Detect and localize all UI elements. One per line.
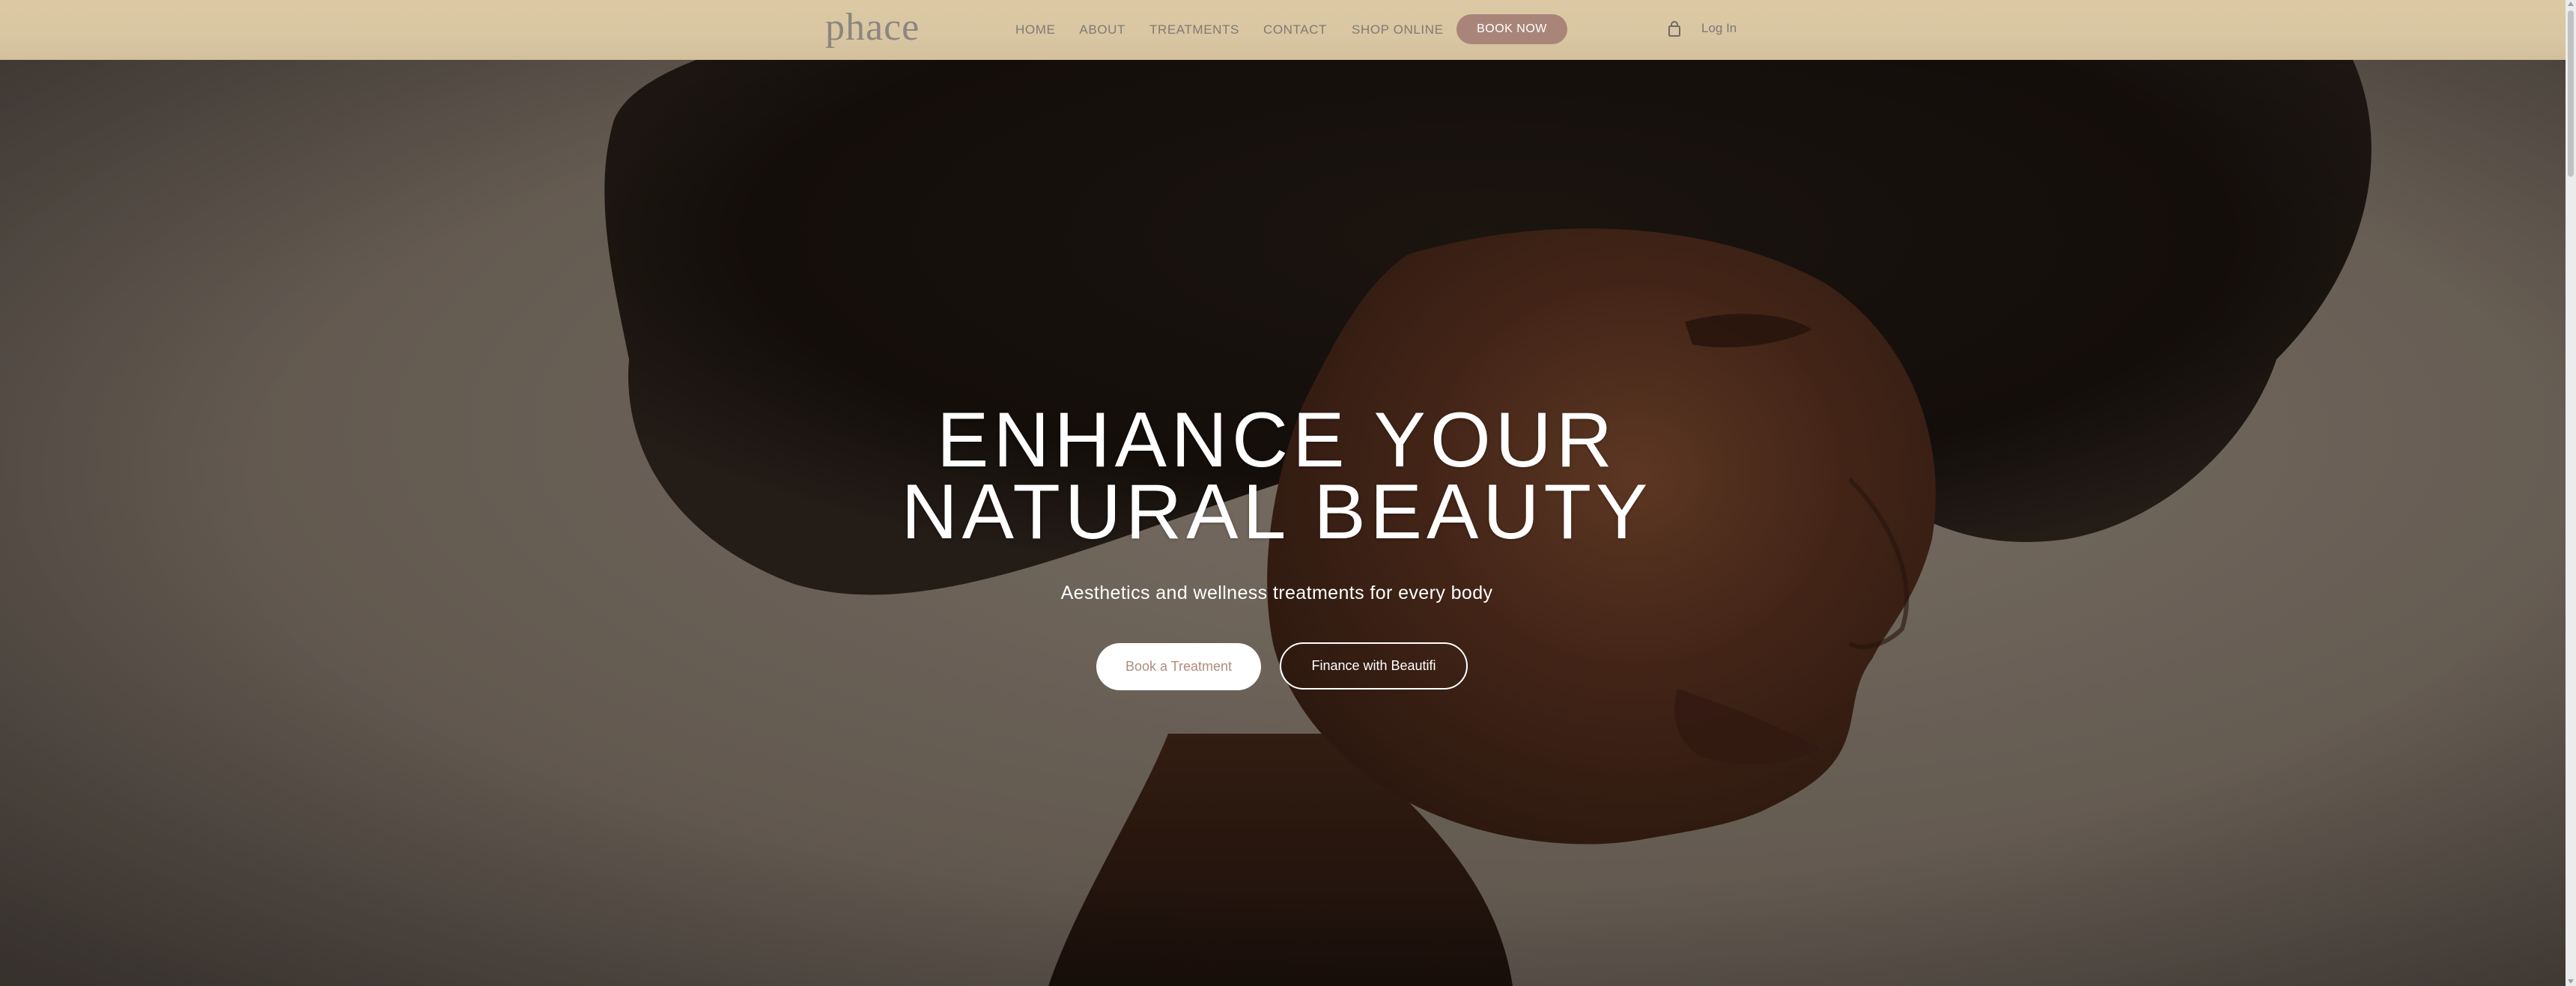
hero-headline-line-1: ENHANCE YOUR [936,396,1617,484]
hero-subheadline: Aesthetics and wellness treatments for e… [1060,582,1493,603]
nav-treatments[interactable]: TREATMENTS [1149,22,1239,37]
login-link[interactable]: Log In [1701,21,1737,36]
scrollbar-thumb[interactable] [2568,10,2574,177]
login-label: Log In [1701,21,1737,35]
nav-contact[interactable]: CONTACT [1263,22,1327,37]
site-header: phace HOME ABOUT TREATMENTS CONTACT SHOP… [0,0,2566,60]
hero-headline-line-2: NATURAL BEAUTY [901,468,1653,556]
page-scrollbar[interactable] [2566,0,2576,986]
nav-about[interactable]: ABOUT [1079,22,1126,37]
nav-shop-online[interactable]: SHOP ONLINE [1352,22,1444,37]
book-treatment-button[interactable]: Book a Treatment [1096,643,1261,690]
scroll-up-arrow-icon[interactable] [2568,1,2574,6]
hero-section: ENHANCE YOUR NATURAL BEAUTY Aesthetics a… [0,60,2566,986]
site-logo[interactable]: phace [825,1,920,54]
finance-beautifi-button[interactable]: Finance with Beautifi [1280,642,1468,690]
shopping-bag-icon[interactable] [1667,20,1682,38]
nav-home[interactable]: HOME [1015,22,1055,37]
main-nav: HOME ABOUT TREATMENTS CONTACT SHOP ONLIN… [1015,19,1468,40]
book-now-button[interactable]: BOOK NOW [1456,14,1567,44]
page: phace HOME ABOUT TREATMENTS CONTACT SHOP… [0,0,2576,986]
shopping-bag-icon-svg [1668,21,1680,37]
hero-headline: ENHANCE YOUR NATURAL BEAUTY [824,396,1730,556]
scroll-down-arrow-icon[interactable] [2568,979,2574,984]
